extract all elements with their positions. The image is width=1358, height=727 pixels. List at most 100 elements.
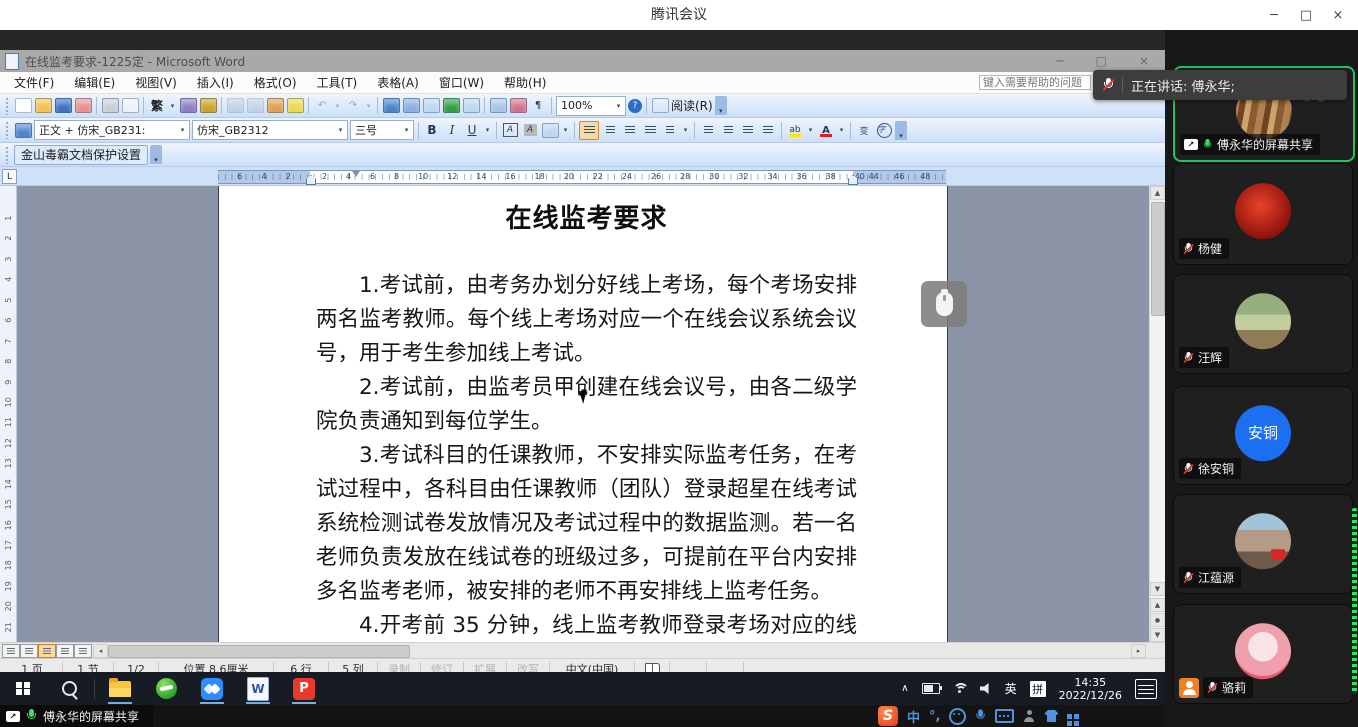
bold-icon[interactable]: B	[423, 122, 441, 139]
taskbar-search-button[interactable]	[46, 672, 92, 705]
styles-pane-icon[interactable]	[14, 122, 32, 139]
read-mode-icon[interactable]	[651, 97, 669, 114]
start-button[interactable]	[0, 672, 46, 705]
participant-tile[interactable]: 骆莉	[1173, 604, 1353, 704]
action-center-icon[interactable]	[1135, 679, 1157, 699]
undo-dropdown-icon[interactable]: ▾	[333, 102, 342, 110]
skin-icon[interactable]	[1044, 710, 1058, 722]
taskbar-clock[interactable]: 14:35 2022/12/26	[1059, 676, 1122, 702]
word-close-button[interactable]: ×	[1139, 54, 1149, 68]
taskbar-meeting-button[interactable]	[189, 672, 235, 705]
cut-icon[interactable]	[226, 97, 244, 114]
speaker-icon[interactable]	[980, 683, 992, 694]
font-combobox[interactable]: 仿宋_GB2312▾	[192, 120, 348, 140]
scroll-down-icon[interactable]: ▼	[1150, 582, 1165, 596]
align-distribute-icon[interactable]	[641, 122, 659, 139]
vertical-ruler[interactable]: 123456789101112131415161718192021	[0, 186, 17, 642]
vertical-scrollbar[interactable]: ▲ ▼ ▲ ● ▼	[1149, 186, 1165, 642]
maximize-button[interactable]: □	[1290, 0, 1322, 30]
scroll-up-icon[interactable]: ▲	[1150, 186, 1165, 200]
menu-help[interactable]: 帮助(H)	[494, 74, 556, 91]
menu-edit[interactable]: 编辑(E)	[64, 74, 125, 91]
permission-icon[interactable]	[74, 97, 92, 114]
minimize-button[interactable]: ─	[1258, 0, 1290, 30]
soft-keyboard-icon[interactable]	[995, 709, 1014, 723]
open-icon[interactable]	[34, 97, 52, 114]
taskbar-explorer-button[interactable]	[97, 672, 143, 705]
kingsoft-protect-button[interactable]: 金山毒霸文档保护设置	[14, 145, 148, 165]
insert-table-icon[interactable]	[422, 97, 440, 114]
menu-window[interactable]: 窗口(W)	[429, 74, 494, 91]
ime-indicator[interactable]: 拼	[1030, 681, 1046, 697]
columns-icon[interactable]	[462, 97, 480, 114]
toolbar-options-icon[interactable]: ▾	[150, 145, 162, 164]
vertical-scroll-thumb[interactable]	[1151, 202, 1165, 316]
hant-convert-icon[interactable]: 繁	[148, 97, 166, 114]
close-button[interactable]: ×	[1322, 0, 1354, 30]
decrease-indent-icon[interactable]	[739, 122, 757, 139]
font-color-icon[interactable]: A	[817, 122, 835, 139]
help-icon[interactable]: ?	[628, 99, 642, 113]
document-page[interactable]: 在线监考要求 1.考试前，由考务办划分好线上考场，每个考场安排两名监考教师。每个…	[218, 186, 948, 642]
numbering-icon[interactable]	[699, 122, 717, 139]
italic-icon[interactable]: I	[443, 122, 461, 139]
align-center-icon[interactable]	[601, 122, 619, 139]
wifi-icon[interactable]	[953, 683, 967, 694]
zoom-combobox[interactable]: 100%▾	[556, 96, 626, 116]
research-icon[interactable]	[199, 97, 217, 114]
help-search-input[interactable]	[979, 75, 1091, 90]
print-icon[interactable]	[101, 97, 119, 114]
document-map-icon[interactable]	[489, 97, 507, 114]
participant-tile[interactable]: 江蕴源	[1173, 494, 1353, 594]
previous-page-icon[interactable]: ▲	[1150, 598, 1165, 612]
language-indicator[interactable]: 英	[1005, 680, 1017, 697]
new-document-icon[interactable]	[14, 97, 32, 114]
ime-punctuation[interactable]: °,	[929, 709, 940, 724]
increase-indent-icon[interactable]	[759, 122, 777, 139]
horizontal-ruler[interactable]: L 642 2468101214161820222426283032343638…	[0, 167, 1165, 186]
character-shading-icon[interactable]: A	[521, 122, 539, 139]
save-icon[interactable]	[54, 97, 72, 114]
read-mode-button[interactable]: 阅读(R)	[671, 97, 713, 114]
participant-tile[interactable]: 安铜 徐安铜	[1173, 386, 1353, 485]
toolbox-icon[interactable]	[1067, 714, 1072, 719]
outline-view-button[interactable]	[56, 644, 74, 658]
menu-insert[interactable]: 插入(I)	[187, 74, 244, 91]
underline-icon[interactable]: U	[463, 122, 481, 139]
redo-dropdown-icon[interactable]: ▾	[364, 102, 373, 110]
select-browse-object-icon[interactable]: ●	[1150, 613, 1165, 627]
web-layout-view-button[interactable]	[20, 644, 38, 658]
toolbar-grip[interactable]	[5, 146, 10, 164]
taskbar-word-button[interactable]: W	[235, 672, 281, 705]
ruler-strip[interactable]: 642 246810121416182022242628303234363840…	[218, 170, 946, 184]
sogou-logo-icon[interactable]: S	[878, 706, 898, 726]
show-hide-icon[interactable]: ¶	[529, 97, 547, 114]
line-spacing-dropdown-icon[interactable]: ▾	[681, 126, 690, 134]
undo-icon[interactable]: ↶	[313, 97, 331, 114]
taskbar-browser-button[interactable]	[143, 672, 189, 705]
underline-dropdown-icon[interactable]: ▾	[483, 126, 492, 134]
taskbar-pdf-button[interactable]: P	[281, 672, 327, 705]
insert-excel-icon[interactable]	[442, 97, 460, 114]
character-border-icon[interactable]: A	[501, 122, 519, 139]
tables-borders-icon[interactable]	[402, 97, 420, 114]
voice-input-icon[interactable]	[976, 709, 986, 722]
spelling-icon[interactable]	[179, 97, 197, 114]
style-combobox[interactable]: 正文 + 仿宋_GB231:▾	[34, 120, 190, 140]
menu-file[interactable]: 文件(F)	[4, 74, 64, 91]
toolbar-grip[interactable]	[5, 121, 10, 139]
character-scaling-dropdown-icon[interactable]: ▾	[561, 126, 570, 134]
word-minimize-button[interactable]: ─	[1056, 54, 1063, 68]
align-right-icon[interactable]	[621, 122, 639, 139]
scroll-right-icon[interactable]: ▸	[1131, 644, 1146, 658]
horizontal-scroll-thumb[interactable]	[108, 645, 410, 658]
align-justify-icon[interactable]	[579, 121, 599, 140]
menu-format[interactable]: 格式(O)	[244, 74, 307, 91]
ime-mode-chinese[interactable]: 中	[907, 707, 920, 726]
print-layout-view-button[interactable]	[38, 644, 56, 658]
normal-view-button[interactable]	[2, 644, 20, 658]
hidden-icons-chevron[interactable]: ∧	[901, 683, 908, 694]
hyperlink-icon[interactable]	[382, 97, 400, 114]
participants-scrollbar[interactable]	[1352, 508, 1357, 694]
account-icon[interactable]	[1023, 710, 1035, 722]
